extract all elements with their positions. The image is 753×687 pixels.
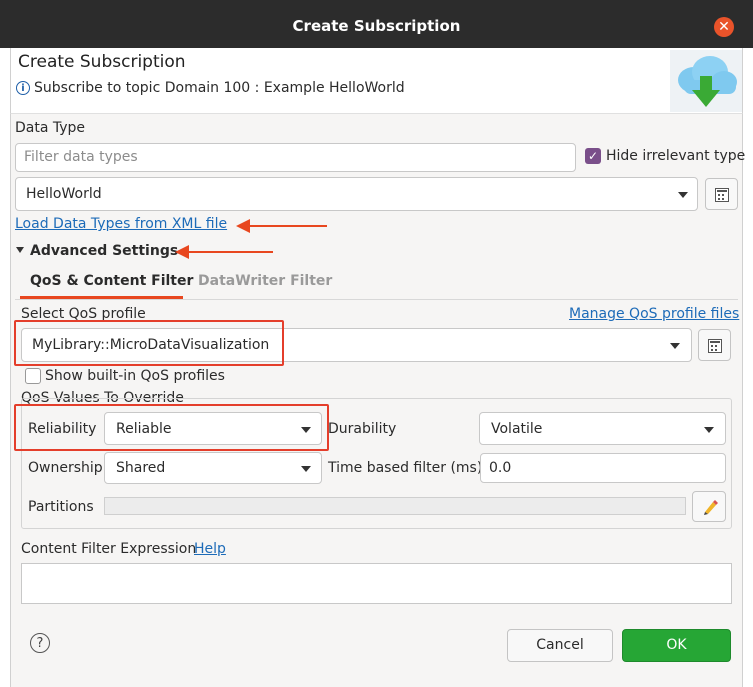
time-filter-label: Time based filter (ms) [328,460,483,476]
time-filter-input[interactable]: 0.0 [480,453,726,483]
qos-browse-button[interactable] [698,329,731,361]
hide-irrelevant-checkbox[interactable]: ✓ [585,148,601,164]
chevron-down-icon [670,343,680,349]
annotation-arrow-icon [236,219,250,233]
browse-type-button[interactable] [705,178,738,210]
filter-data-types-input[interactable]: Filter data types [15,143,576,172]
durability-label: Durability [328,421,397,437]
advanced-settings-toggle[interactable]: Advanced Settings [30,243,178,259]
time-filter-value: 0.0 [489,460,512,476]
manage-qos-link[interactable]: Manage QoS profile files [569,306,739,322]
help-link[interactable]: Help [194,541,226,557]
help-icon[interactable]: ? [30,633,50,653]
chevron-down-icon [678,192,688,198]
ownership-value: Shared [116,460,166,476]
edit-partitions-button[interactable] [692,491,726,522]
subtitle: Subscribe to topic Domain 100 : Example … [34,80,405,96]
hide-irrelevant-label: Hide irrelevant type [606,148,746,164]
content-filter-textarea[interactable] [21,563,732,604]
chevron-down-icon [704,427,714,433]
show-builtin-checkbox[interactable] [25,368,41,384]
ok-label: OK [666,637,687,653]
ok-button[interactable]: OK [622,629,731,662]
cancel-label: Cancel [536,637,584,653]
durability-select[interactable]: Volatile [479,412,726,445]
close-icon[interactable]: ✕ [714,17,734,37]
partitions-label: Partitions [28,499,94,515]
tab-divider [15,299,738,300]
expand-triangle-icon[interactable] [16,247,24,253]
table-icon [708,339,722,353]
info-icon: i [16,81,30,95]
download-cloud-icon [670,50,742,112]
data-type-select[interactable]: HelloWorld [15,177,698,211]
annotation-highlight-box [14,404,329,451]
show-builtin-label: Show built-in QoS profiles [45,368,225,384]
annotation-highlight-box [14,320,284,366]
annotation-arrow-line [188,251,273,253]
ownership-label: Ownership [28,460,103,476]
tab-datawriter-filter[interactable]: DataWriter Filter [198,273,332,289]
pencil-icon [704,500,718,515]
window-title: Create Subscription [292,17,461,35]
chevron-down-icon [301,466,311,472]
ownership-select[interactable]: Shared [104,452,322,484]
annotation-arrow-icon [175,245,189,259]
filter-placeholder: Filter data types [24,149,138,165]
annotation-arrow-line [249,225,327,227]
data-type-value: HelloWorld [26,186,102,202]
durability-value: Volatile [491,421,543,437]
window-titlebar: Create Subscription [0,0,753,48]
load-xml-link[interactable]: Load Data Types from XML file [15,216,227,232]
dialog-header: Create Subscription i Subscribe to topic… [10,48,743,113]
data-type-label: Data Type [15,120,86,136]
table-icon [715,188,729,202]
cancel-button[interactable]: Cancel [507,629,613,662]
page-title: Create Subscription [18,52,186,72]
content-filter-label: Content Filter Expression [21,541,197,557]
tab-qos-content-filter[interactable]: QoS & Content Filter [30,273,193,289]
partitions-field[interactable] [104,497,686,515]
